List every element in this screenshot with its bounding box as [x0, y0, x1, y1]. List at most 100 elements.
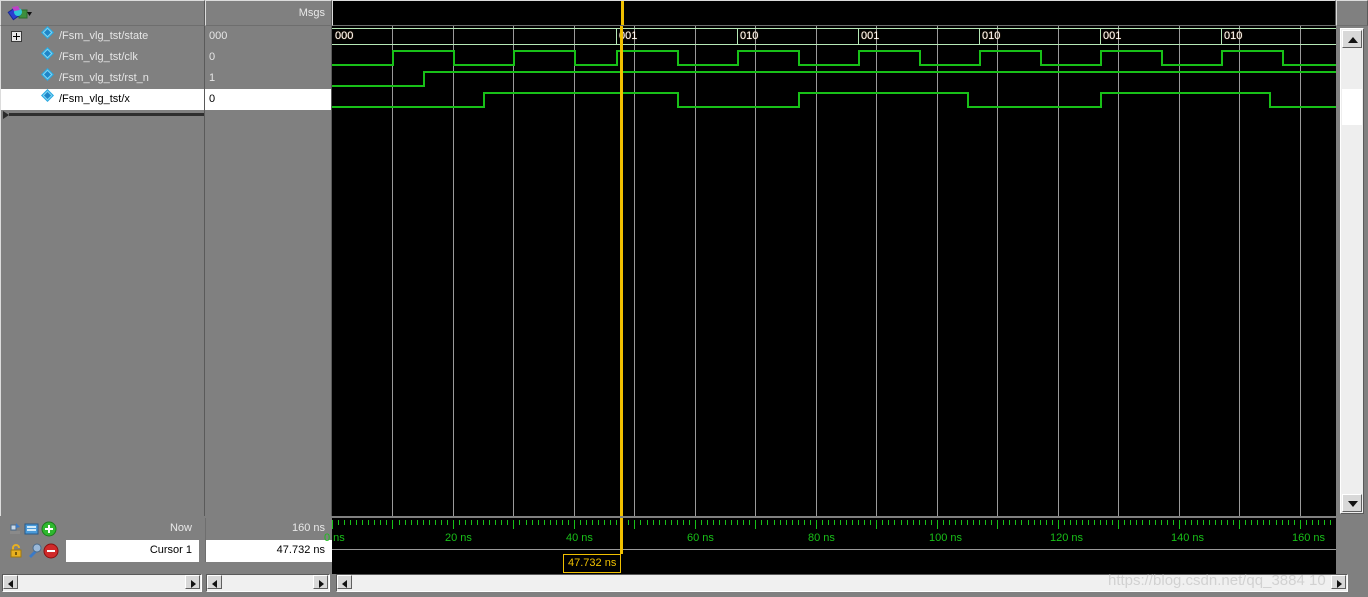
ruler-tick	[882, 520, 883, 525]
waveform-pane[interactable]: 000 001 010 001 010 001 010	[332, 26, 1336, 516]
ruler-tick	[1330, 520, 1331, 525]
signal-row[interactable]: /Fsm_vlg_tst/state	[1, 26, 204, 47]
triangle-right-icon[interactable]	[185, 575, 200, 589]
values-hscrollbar[interactable]	[206, 574, 330, 592]
ruler-tick	[465, 520, 466, 525]
signal-edge	[513, 50, 516, 66]
ruler-tick	[550, 520, 551, 525]
cursor-row[interactable]: Cursor 1 47.732 ns	[0, 540, 332, 562]
ruler-tick	[1076, 520, 1077, 525]
ruler-tick	[1215, 520, 1216, 525]
ruler-tick	[822, 520, 823, 525]
cursor-toolbar-top[interactable]	[8, 521, 66, 537]
signal-values-pane[interactable]: 000 0 1 0	[205, 26, 332, 516]
ruler-tick	[640, 520, 641, 525]
bus-value-label: 001	[861, 30, 880, 42]
ruler-label: 0 ns	[324, 532, 345, 544]
ruler-tick	[380, 520, 381, 525]
ruler-label: 140 ns	[1171, 532, 1205, 544]
triangle-left-icon[interactable]	[207, 575, 222, 589]
cursor-line-ruler[interactable]	[620, 518, 623, 552]
signal-value: 0	[209, 51, 216, 63]
cursor-line[interactable]	[620, 26, 623, 516]
ruler-tick	[1046, 520, 1047, 525]
ruler-tick	[786, 520, 787, 525]
cursor-time-label[interactable]: 47.732 ns	[563, 554, 622, 573]
signal-row[interactable]: /Fsm_vlg_tst/clk	[1, 47, 204, 68]
ruler-label: 100 ns	[929, 532, 963, 544]
diamond-icon	[41, 26, 54, 39]
triangle-up-icon[interactable]	[1342, 30, 1362, 48]
signal-level	[676, 64, 738, 66]
now-value: 160 ns	[205, 518, 332, 540]
wave-vertical-scrollbar[interactable]	[1336, 26, 1368, 516]
ruler-tick	[356, 520, 357, 525]
cursor-toolbar-bottom[interactable]	[8, 543, 66, 559]
signal-level	[422, 71, 1336, 73]
ruler-tick	[852, 520, 853, 525]
ruler-tick	[689, 520, 690, 525]
signal-level	[1281, 64, 1336, 66]
signal-name-label: /Fsm_vlg_tst/rst_n	[59, 72, 149, 84]
waveform-row[interactable]: 000 001 010 001 010 001 010	[332, 26, 1336, 47]
ruler-tick	[386, 520, 387, 525]
configure-cursor-icon	[29, 543, 42, 558]
ruler-tick	[1136, 520, 1137, 525]
ruler-tick	[949, 520, 950, 525]
time-ruler[interactable]: 0 ns 20 ns 40 ns 60 ns 80 ns 100 ns 120 ns 140 …	[324, 518, 1337, 552]
signal-row[interactable]: /Fsm_vlg_tst/rst_n	[1, 68, 204, 89]
cursor-label: Cursor 1	[66, 540, 199, 562]
ruler-tick	[1009, 520, 1010, 525]
ruler-tick	[707, 520, 708, 525]
ruler-tick	[1088, 520, 1089, 525]
scroll-handle-icon[interactable]	[3, 111, 10, 120]
ruler-tick	[913, 520, 914, 525]
signal-value: 0	[205, 89, 331, 110]
signal-level	[483, 92, 677, 94]
ruler-tick	[459, 520, 460, 525]
ruler-tick	[1233, 520, 1234, 525]
ruler-tick	[647, 520, 648, 525]
ruler-tick	[991, 520, 992, 525]
expand-toggle-icon[interactable]	[11, 31, 22, 42]
waveform-row[interactable]	[332, 47, 1336, 68]
triangle-left-icon[interactable]	[337, 575, 352, 589]
ruler-tick	[1185, 520, 1186, 525]
ruler-tick	[1269, 520, 1270, 525]
ruler-tick	[816, 520, 817, 529]
waveform-row[interactable]	[332, 68, 1336, 89]
ruler-tick	[901, 520, 902, 525]
cursor-line-header[interactable]	[621, 1, 624, 25]
signal-names-pane[interactable]: /Fsm_vlg_tst/state/Fsm_vlg_tst/clk/Fsm_v…	[0, 26, 205, 516]
ruler-tick	[719, 520, 720, 525]
ruler-tick	[774, 520, 775, 525]
triangle-left-icon[interactable]	[3, 575, 18, 589]
signal-row[interactable]: /Fsm_vlg_tst/x	[1, 89, 204, 110]
ruler-tick	[616, 520, 617, 525]
ruler-tick	[471, 520, 472, 525]
ruler-tick	[967, 520, 968, 525]
objects-icon[interactable]	[7, 5, 33, 22]
waveform-row[interactable]	[332, 89, 1336, 110]
ruler-tick	[1306, 520, 1307, 525]
ruler-tick	[840, 520, 841, 525]
ruler-tick	[919, 520, 920, 525]
names-inner-scroll[interactable]	[1, 110, 206, 120]
vscroll-trough[interactable]	[1340, 28, 1364, 514]
ruler-tick	[780, 520, 781, 525]
ruler-tick	[1324, 520, 1325, 525]
cursor-status-panel: Now 160 ns Cursor 1 47.732 ns	[0, 518, 332, 568]
vscroll-thumb[interactable]	[1342, 89, 1362, 125]
triangle-right-icon[interactable]	[1331, 575, 1346, 589]
ruler-tick	[828, 520, 829, 525]
triangle-right-icon[interactable]	[313, 575, 328, 589]
ruler-tick	[610, 520, 611, 525]
ruler-tick	[1021, 520, 1022, 525]
names-hscrollbar[interactable]	[2, 574, 202, 592]
ruler-tick	[931, 520, 932, 525]
ruler-tick	[1155, 520, 1156, 525]
ruler-tick	[659, 520, 660, 525]
triangle-down-icon[interactable]	[1342, 494, 1362, 512]
ruler-tick	[507, 520, 508, 525]
now-label: Now	[169, 522, 192, 534]
